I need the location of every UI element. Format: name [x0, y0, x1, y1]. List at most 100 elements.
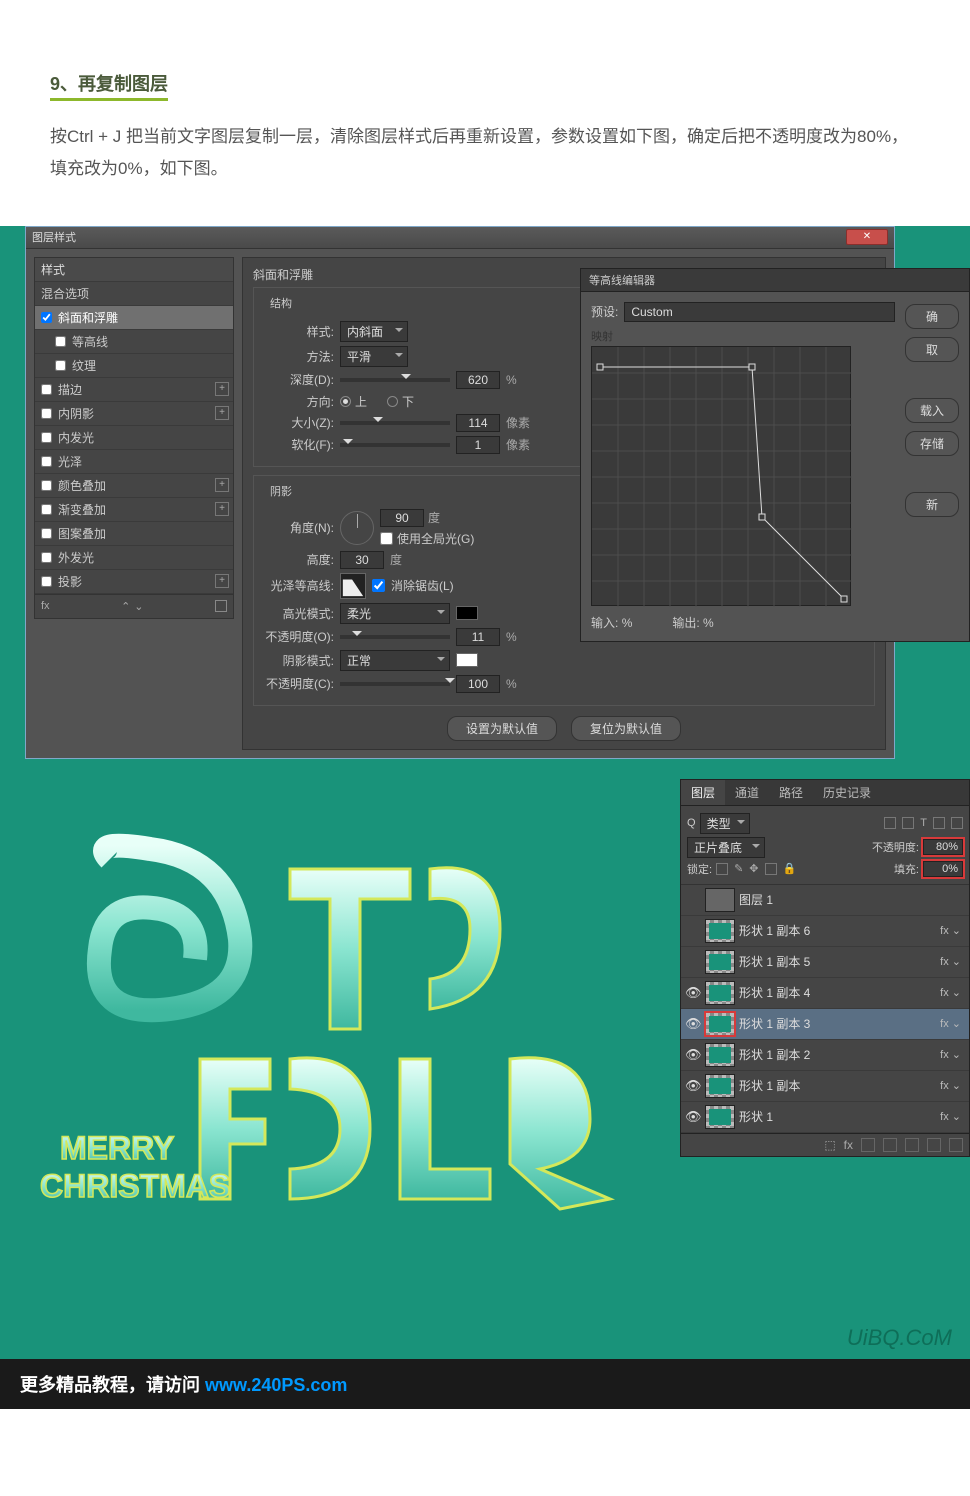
style-item[interactable]: 颜色叠加+: [35, 474, 233, 498]
layer-thumbnail[interactable]: [705, 919, 735, 943]
tab-paths[interactable]: 路径: [769, 780, 813, 805]
new-layer-icon[interactable]: [927, 1138, 941, 1152]
style-checkbox[interactable]: [41, 576, 52, 587]
opacity-input[interactable]: 80%: [923, 839, 963, 855]
layer-mask-icon[interactable]: [861, 1138, 875, 1152]
highlight-mode-dropdown[interactable]: 柔光: [340, 603, 450, 624]
antialias-checkbox[interactable]: [372, 579, 385, 592]
add-effect-icon[interactable]: +: [215, 502, 229, 516]
style-checkbox[interactable]: [55, 336, 66, 347]
close-icon[interactable]: ✕: [846, 229, 888, 245]
style-checkbox[interactable]: [41, 552, 52, 563]
add-effect-icon[interactable]: +: [215, 478, 229, 492]
save-button[interactable]: 存储: [905, 431, 959, 456]
style-item[interactable]: 描边+: [35, 378, 233, 402]
style-checkbox[interactable]: [41, 312, 52, 323]
size-slider[interactable]: [340, 421, 450, 425]
adjustment-layer-icon[interactable]: [883, 1138, 897, 1152]
style-checkbox[interactable]: [41, 528, 52, 539]
down-arrow-icon[interactable]: ⌄: [134, 600, 143, 613]
layer-thumbnail[interactable]: [705, 1043, 735, 1067]
depth-slider[interactable]: [340, 378, 450, 382]
tab-layers[interactable]: 图层: [681, 780, 725, 805]
layer-row[interactable]: 👁图层 1: [681, 885, 969, 916]
altitude-input[interactable]: 30: [340, 551, 384, 569]
cancel-button[interactable]: 取: [905, 337, 959, 362]
layer-row[interactable]: 👁形状 1 副本 3fx ⌄: [681, 1009, 969, 1040]
layer-thumbnail[interactable]: [705, 950, 735, 974]
highlight-color-swatch[interactable]: [456, 606, 478, 620]
style-checkbox[interactable]: [55, 360, 66, 371]
search-icon[interactable]: Q: [687, 817, 696, 829]
layer-fx-badge[interactable]: fx ⌄: [940, 955, 961, 968]
visibility-eye-icon[interactable]: 👁: [685, 1109, 701, 1125]
layer-fx-badge[interactable]: fx ⌄: [940, 1048, 961, 1061]
layer-row[interactable]: 👁形状 1 副本 2fx ⌄: [681, 1040, 969, 1071]
lock-brush-icon[interactable]: ✎: [734, 862, 743, 875]
fill-input[interactable]: 0%: [923, 861, 963, 877]
styles-header[interactable]: 样式: [35, 258, 233, 282]
layer-fx-badge[interactable]: fx ⌄: [940, 1079, 961, 1092]
filter-smart-icon[interactable]: [951, 817, 963, 829]
highlight-opacity-input[interactable]: 11: [456, 628, 500, 646]
visibility-eye-icon[interactable]: 👁: [685, 985, 701, 1001]
layer-thumbnail[interactable]: [705, 888, 735, 912]
layer-row[interactable]: 👁形状 1fx ⌄: [681, 1102, 969, 1133]
layer-fx-badge[interactable]: fx ⌄: [940, 1110, 961, 1123]
style-checkbox[interactable]: [41, 504, 52, 515]
add-effect-icon[interactable]: +: [215, 406, 229, 420]
ok-button[interactable]: 确: [905, 304, 959, 329]
layer-fx-badge[interactable]: fx ⌄: [940, 924, 961, 937]
global-light-checkbox[interactable]: [380, 532, 393, 545]
style-item[interactable]: 纹理: [35, 354, 233, 378]
lock-artboard-icon[interactable]: [765, 863, 777, 875]
visibility-eye-icon[interactable]: 👁: [685, 1047, 701, 1063]
style-item[interactable]: 外发光: [35, 546, 233, 570]
new-button[interactable]: 新: [905, 492, 959, 517]
link-layers-icon[interactable]: ⬚: [824, 1138, 835, 1152]
soften-slider[interactable]: [340, 443, 450, 447]
lock-move-icon[interactable]: ✥: [749, 862, 758, 875]
style-item[interactable]: 内阴影+: [35, 402, 233, 426]
preset-dropdown[interactable]: Custom: [624, 302, 895, 322]
technique-dropdown[interactable]: 平滑: [340, 346, 408, 367]
layer-fx-badge[interactable]: fx ⌄: [940, 986, 961, 999]
style-item[interactable]: 等高线: [35, 330, 233, 354]
filter-type-icon[interactable]: T: [920, 817, 927, 829]
filter-adjust-icon[interactable]: [902, 817, 914, 829]
layer-row[interactable]: 👁形状 1 副本 4fx ⌄: [681, 978, 969, 1009]
style-item[interactable]: 光泽: [35, 450, 233, 474]
style-checkbox[interactable]: [41, 480, 52, 491]
style-checkbox[interactable]: [41, 456, 52, 467]
layer-fx-badge[interactable]: fx ⌄: [940, 1017, 961, 1030]
blend-options-row[interactable]: 混合选项: [35, 282, 233, 306]
shadow-opacity-input[interactable]: 100: [456, 675, 500, 693]
load-button[interactable]: 载入: [905, 398, 959, 423]
reset-default-button[interactable]: 复位为默认值: [571, 716, 681, 741]
layer-thumbnail[interactable]: [705, 1012, 735, 1036]
style-item[interactable]: 投影+: [35, 570, 233, 594]
fx-icon[interactable]: fx: [41, 600, 50, 612]
tab-channels[interactable]: 通道: [725, 780, 769, 805]
make-default-button[interactable]: 设置为默认值: [447, 716, 557, 741]
depth-input[interactable]: 620: [456, 371, 500, 389]
up-arrow-icon[interactable]: ⌃: [121, 600, 130, 613]
gloss-contour-picker[interactable]: [340, 573, 366, 599]
angle-widget[interactable]: [340, 511, 374, 545]
add-effect-icon[interactable]: +: [215, 574, 229, 588]
shadow-opacity-slider[interactable]: [340, 682, 450, 686]
size-input[interactable]: 114: [456, 414, 500, 432]
shadow-color-swatch[interactable]: [456, 653, 478, 667]
filter-pixel-icon[interactable]: [884, 817, 896, 829]
visibility-eye-icon[interactable]: 👁: [685, 1078, 701, 1094]
style-item[interactable]: 内发光: [35, 426, 233, 450]
group-icon[interactable]: [905, 1138, 919, 1152]
style-dropdown[interactable]: 内斜面: [340, 321, 408, 342]
layer-thumbnail[interactable]: [705, 1105, 735, 1129]
style-item[interactable]: 斜面和浮雕: [35, 306, 233, 330]
footer-link[interactable]: www.240PS.com: [205, 1375, 347, 1395]
contour-graph[interactable]: [591, 346, 851, 606]
lock-all-icon[interactable]: 🔒: [783, 862, 797, 875]
tab-history[interactable]: 历史记录: [813, 780, 881, 805]
style-checkbox[interactable]: [41, 384, 52, 395]
